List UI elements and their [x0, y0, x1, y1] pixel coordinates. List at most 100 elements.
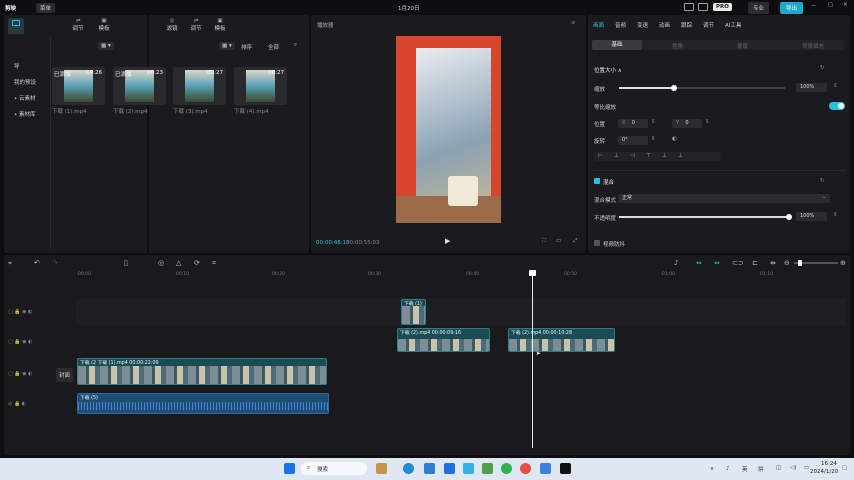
pos-x-input[interactable]: X 0 [618, 119, 648, 128]
subtab-mask[interactable]: 蒙版 [737, 42, 748, 50]
view-toggle[interactable]: ▦ ▾ [98, 42, 114, 50]
media-item-4[interactable]: 00:27 [234, 67, 287, 105]
media-item-1[interactable]: 已添加 00:26 [52, 67, 105, 105]
tab-speed[interactable]: 变速 [637, 21, 648, 29]
mic-tray-icon[interactable]: ♪ [726, 466, 730, 472]
sidebar-item-library[interactable]: • 素材库 [14, 110, 36, 118]
taskbar-search[interactable]: ⌕ 搜索 [301, 462, 367, 475]
delete-icon[interactable]: ▯ [124, 259, 128, 267]
vip-badge[interactable]: PRO [713, 3, 732, 11]
select-tool-icon[interactable]: ⌖ [8, 259, 12, 268]
track-controls-2[interactable]: ▢ 🔒 ◉ ◐ [8, 339, 32, 345]
blend-checkbox[interactable] [594, 178, 600, 184]
chain-icon[interactable]: ⊂⊃ [732, 259, 744, 267]
playhead[interactable] [529, 270, 536, 448]
tab-audio[interactable]: 音频 [615, 21, 626, 29]
windows-start-icon[interactable] [284, 463, 295, 474]
ime-mode-icon[interactable]: 拼 [758, 465, 764, 473]
editor-icon[interactable] [540, 463, 551, 474]
network-icon[interactable]: ◫ [776, 465, 781, 471]
align-center-h-icon[interactable]: ⊥ [614, 153, 619, 159]
scale-input[interactable]: 100% [796, 83, 827, 92]
expand-icon[interactable]: ⤢ [573, 238, 577, 245]
filter-button[interactable]: 全部 [268, 43, 279, 51]
pos-x-stepper-icon[interactable]: ⇕ [651, 119, 656, 125]
tab-ai-tools[interactable]: AI工具 [725, 21, 741, 29]
tab-tracking[interactable]: 跟踪 [681, 21, 692, 29]
tab-animation[interactable]: 动画 [659, 21, 670, 29]
opacity-stepper-icon[interactable]: ⇕ [833, 212, 838, 218]
rotate-input[interactable]: 0° [618, 136, 648, 145]
notification-icon[interactable]: ▢ [842, 465, 847, 471]
crop-icon[interactable]: ⌗ [212, 259, 216, 268]
track-controls-audio[interactable]: ◎ 🔒 ◐ [8, 401, 26, 407]
opacity-input[interactable]: 100% [796, 212, 827, 221]
align-right-icon[interactable]: ⊣ [630, 153, 635, 159]
cover-button[interactable]: 封面 [56, 368, 74, 382]
rotate-dial-icon[interactable]: ◐ [672, 136, 677, 142]
close-icon[interactable]: ✕ [843, 2, 848, 8]
play-icon[interactable]: ▶ [445, 237, 450, 245]
timeline-clip[interactable]: 下载 (2).mp4 00:00:10:28 [508, 328, 615, 352]
scale-stepper-icon[interactable]: ⇕ [833, 83, 838, 89]
audio-clip[interactable]: 下载 (5) [77, 393, 329, 414]
snap-icon[interactable]: ⇔ [714, 259, 720, 267]
tab-adjust-props[interactable]: 调节 [703, 21, 714, 29]
align-left-icon[interactable]: ⊢ [598, 153, 603, 159]
freeze-icon[interactable]: ◎ [158, 259, 164, 267]
chevron-up-icon[interactable]: ∧ [710, 466, 714, 472]
sort-button[interactable]: 排序 [241, 43, 252, 51]
align-top-icon[interactable]: ⊤ [646, 153, 651, 159]
align-bottom-icon[interactable]: ⊥ [678, 153, 683, 159]
menu-button[interactable]: 菜单 [36, 3, 56, 13]
track-controls-main[interactable]: ▢ 🔒 ◉ ◐ [8, 371, 32, 377]
reset-icon[interactable]: ↻ [820, 65, 825, 71]
tab-picture[interactable]: 画面 [593, 21, 604, 29]
battery-icon[interactable]: ▭ [804, 465, 809, 471]
clock-time[interactable]: 16:24 [821, 461, 837, 467]
preview-axis-icon[interactable]: ⊏ [752, 259, 758, 267]
fullscreen-crop-icon[interactable]: ⛶ [542, 238, 546, 245]
media-item-2[interactable]: 已添加 00:23 [113, 67, 166, 105]
proportional-toggle[interactable] [829, 102, 845, 110]
timeline-clip[interactable]: 下载 (1) [401, 299, 426, 325]
rotate-tool-icon[interactable]: ⟳ [194, 259, 200, 267]
subtab-basic[interactable]: 基础 [592, 40, 642, 50]
player-menu-icon[interactable]: ≡ [571, 20, 576, 26]
edge-icon[interactable] [403, 463, 414, 474]
pos-y-input[interactable]: Y 0 [672, 119, 702, 128]
track-controls-1[interactable]: ▢ 🔒 ◉ ◐ [8, 309, 32, 315]
rotate-stepper-icon[interactable]: ⇕ [651, 136, 656, 142]
zoom-slider[interactable] [794, 260, 838, 266]
wechat-icon[interactable] [501, 463, 512, 474]
capcut-icon[interactable] [560, 463, 571, 474]
layout-icon[interactable] [684, 3, 694, 11]
ratio-icon[interactable]: ▭ [556, 238, 561, 244]
zoom-out-icon[interactable]: ⊖ [784, 259, 790, 267]
undo-icon[interactable]: ↶ [34, 259, 40, 267]
mirror-icon[interactable]: △ [176, 259, 181, 267]
subtab-bg[interactable]: 背景填充 [802, 42, 824, 50]
tab-template[interactable]: ▣ 模板 [94, 18, 114, 32]
tab-adjust-2[interactable]: ⇌ 调节 [186, 18, 206, 32]
app-icon[interactable] [444, 463, 455, 474]
widget-icon[interactable] [376, 463, 387, 474]
scale-slider-track[interactable] [619, 85, 785, 91]
chrome-icon[interactable] [520, 463, 531, 474]
media-item-3[interactable]: 00:27 [173, 67, 226, 105]
clock-date[interactable]: 2024/1/20 [810, 469, 838, 475]
subtab-cutout[interactable]: 抠像 [672, 42, 683, 50]
minimize-icon[interactable]: ─ [812, 3, 815, 9]
export-button[interactable]: 导出 [780, 2, 804, 14]
link-icon[interactable]: ⇔ [696, 259, 702, 267]
redo-icon[interactable]: ↷ [52, 259, 58, 267]
timeline-clip[interactable]: 下载 (2).mp4 00:00:09:16 [397, 328, 490, 352]
position-size-heading[interactable]: 位置大小 ∧ [594, 66, 622, 74]
sidebar-item-presets[interactable]: 我的预设 [14, 78, 36, 86]
screen-icon[interactable] [698, 3, 708, 11]
ime-indicator[interactable]: 英 [742, 465, 748, 473]
volume-icon[interactable]: ◁) [790, 465, 796, 471]
search-icon[interactable]: ⌕ [294, 42, 297, 49]
excel-icon[interactable] [482, 463, 493, 474]
maximize-icon[interactable]: ▢ [828, 2, 833, 8]
